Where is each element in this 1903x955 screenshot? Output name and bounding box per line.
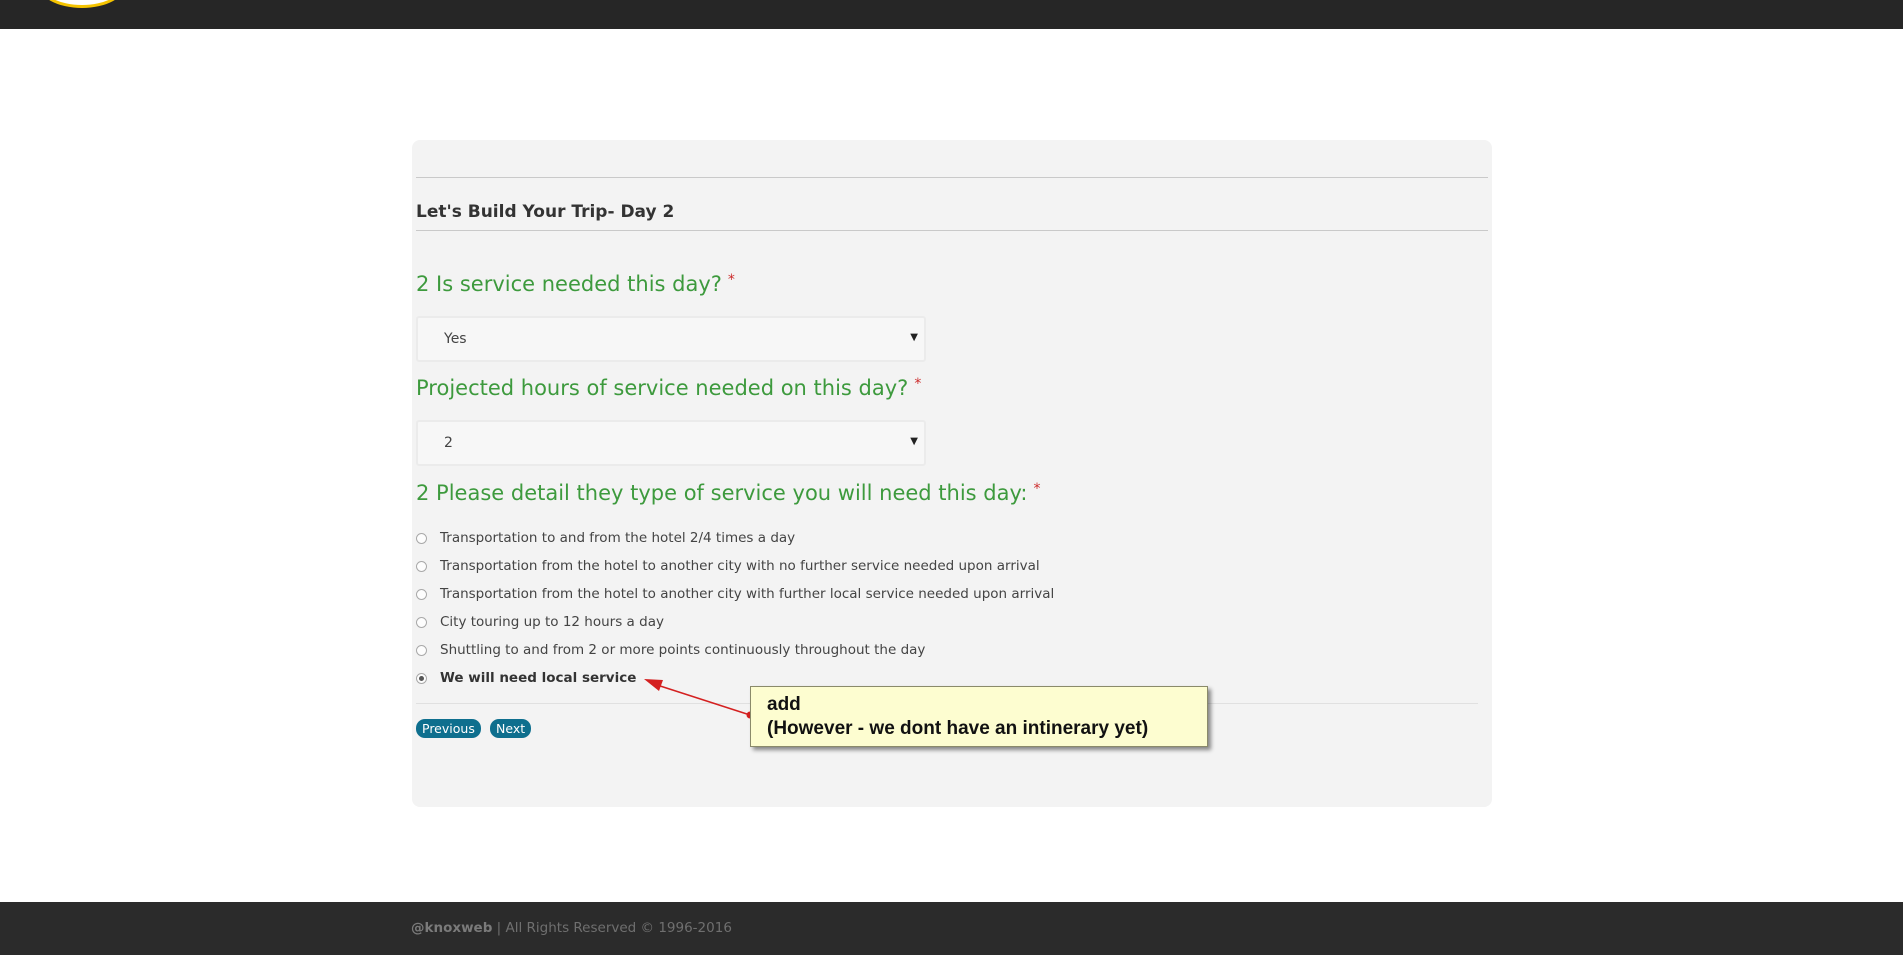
annotation-arrow xyxy=(644,679,754,719)
footer-brand-link[interactable]: @knoxweb xyxy=(411,920,492,936)
annotation-note: add (However - we dont have an intinerar… xyxy=(750,686,1208,747)
footer-copyright: @knoxweb | All Rights Reserved © 1996-20… xyxy=(411,920,732,936)
footer: @knoxweb | All Rights Reserved © 1996-20… xyxy=(0,902,1903,955)
annotation-line-2: (However - we dont have an intinerary ye… xyxy=(767,718,1149,739)
annotation-line-1: add xyxy=(767,694,801,715)
footer-rights: | All Rights Reserved © 1996-2016 xyxy=(492,920,732,936)
